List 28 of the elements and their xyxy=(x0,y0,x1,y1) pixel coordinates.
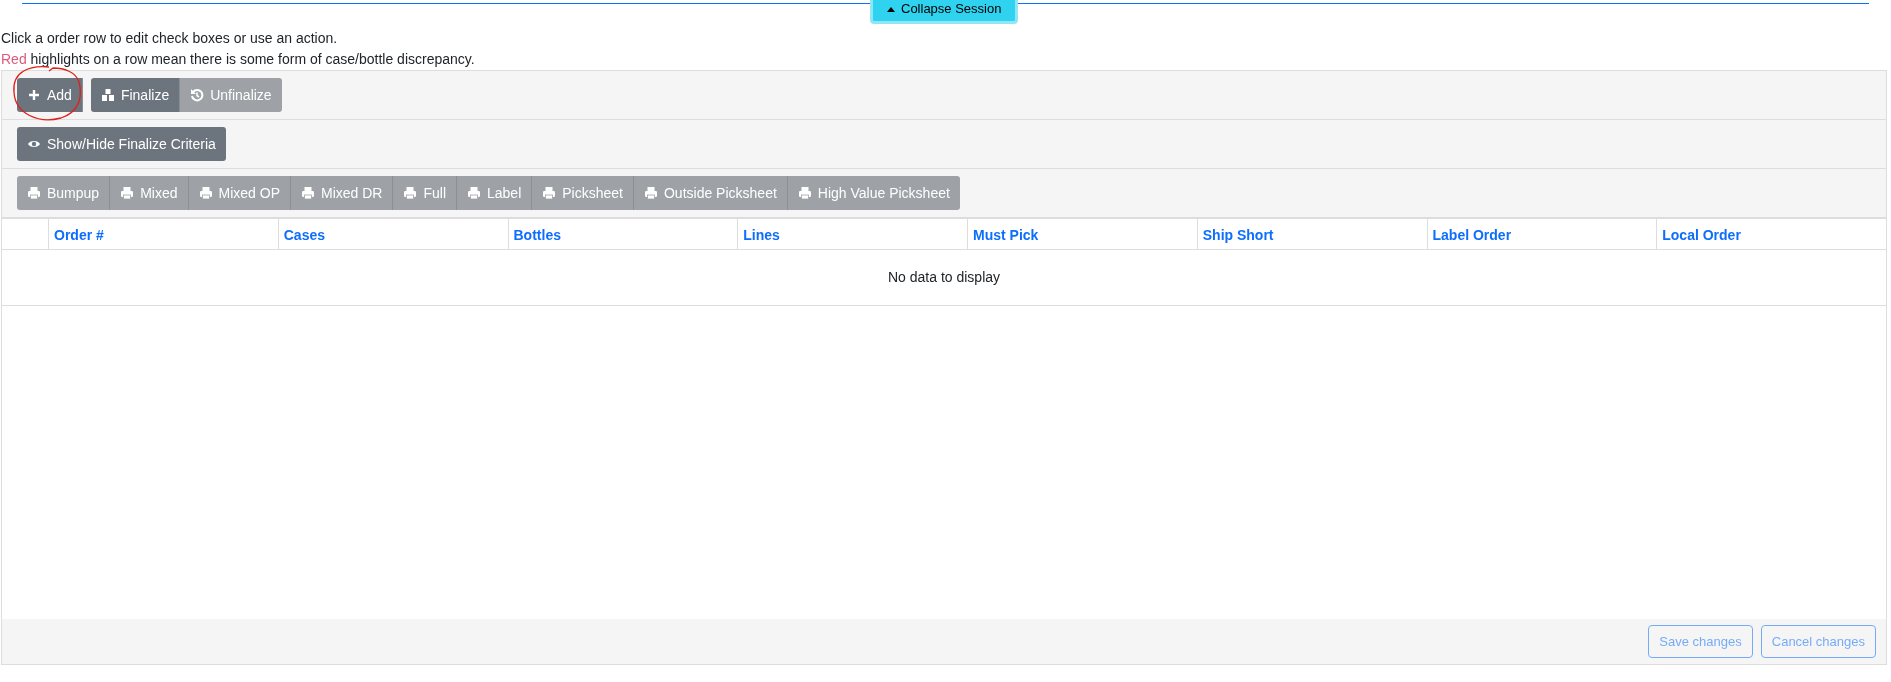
printer-icon xyxy=(797,186,812,200)
column-header[interactable]: Order # xyxy=(54,227,104,243)
toolbar-button[interactable]: Show/Hide Finalize Criteria xyxy=(17,127,226,161)
column-header[interactable]: Bottles xyxy=(513,227,561,243)
history-icon xyxy=(190,88,205,102)
plus-icon xyxy=(27,88,41,102)
column-header[interactable]: Ship Short xyxy=(1202,227,1274,243)
instruction-text: Click a order row to edit check boxes or use an action. xyxy=(0,29,339,48)
column-header[interactable]: Local Order xyxy=(1662,227,1741,243)
printer-icon xyxy=(120,186,135,200)
printer-icon xyxy=(467,186,481,200)
printer-icon xyxy=(542,186,557,200)
column-header[interactable]: Must Pick xyxy=(973,227,1039,243)
printer-icon xyxy=(644,186,658,200)
printer-icon xyxy=(27,186,41,200)
instruction-text: Red highlights on a row mean there is some form of case/bottle discrepancy. xyxy=(0,50,476,69)
boxes-icon xyxy=(100,88,115,102)
collapse-session-button[interactable]: Collapse Session xyxy=(870,0,1019,24)
empty-table-message: No data to display xyxy=(2,250,1886,306)
column-header[interactable]: Cases xyxy=(283,227,325,243)
column-header[interactable]: Lines xyxy=(743,227,780,243)
toolbar-button[interactable]: Finalize xyxy=(90,78,181,112)
column-header[interactable]: Label Order xyxy=(1432,227,1512,243)
printer-icon xyxy=(403,186,418,200)
caret-up-icon xyxy=(887,5,895,12)
printer-icon xyxy=(198,186,213,200)
toolbar-button[interactable]: Add xyxy=(17,78,83,112)
printer-icon xyxy=(301,186,315,200)
